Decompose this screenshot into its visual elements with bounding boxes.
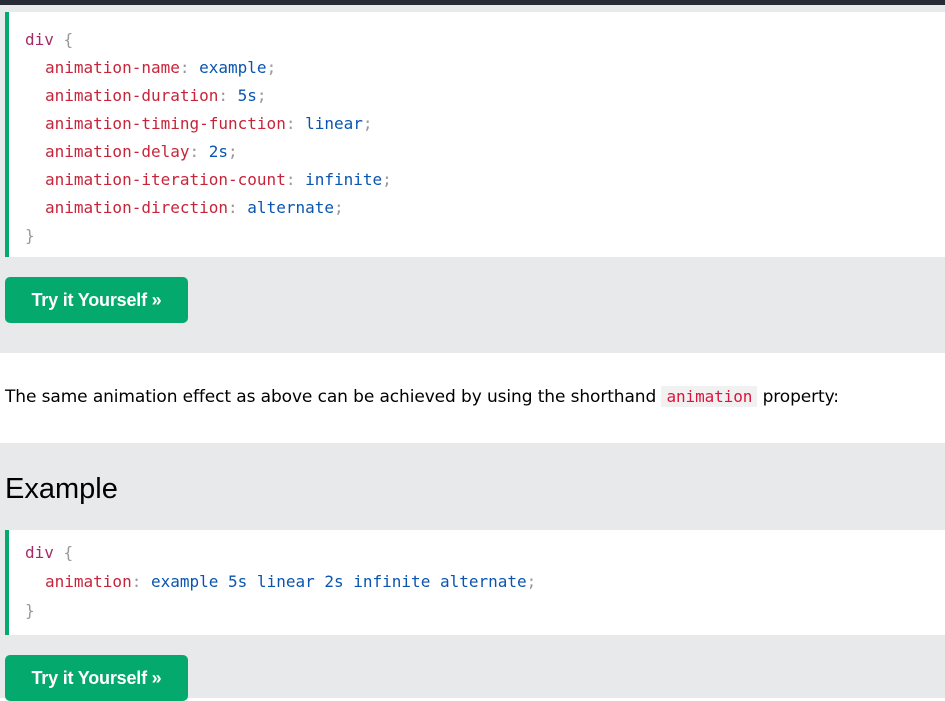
description-paragraph: The same animation effect as above can b… (5, 383, 839, 411)
example-container-2: Example div { animation: example 5s line… (0, 443, 945, 701)
code-line: animation-delay: 2s; (45, 142, 238, 161)
code-brace: { (63, 543, 74, 562)
code-line: animation-name: example; (45, 58, 277, 77)
code-value: 2s (208, 142, 229, 161)
code-brace: { (63, 30, 74, 49)
code-value: 5s (237, 86, 257, 105)
code-value: example 5s linear 2s infinite alternate (150, 572, 527, 591)
code-property: animation (45, 572, 132, 591)
try-it-yourself-button[interactable]: Try it Yourself » (5, 655, 188, 701)
code-value: infinite (305, 170, 383, 189)
code-selector: div (25, 543, 54, 562)
code-block-2: div { animation: example 5s linear 2s in… (5, 530, 945, 635)
code-line: animation-iteration-count: infinite; (45, 170, 392, 189)
paragraph-text: The same animation effect as above can b… (5, 387, 662, 407)
code-property: animation-delay (45, 142, 190, 161)
example-heading: Example (5, 473, 118, 505)
paragraph-text: property: (757, 387, 839, 407)
inline-code-animation: animation (661, 386, 758, 407)
code-line: div { (25, 30, 73, 50)
code-brace: } (25, 601, 35, 620)
code-line: animation-timing-function: linear; (45, 114, 373, 133)
code-line: animation: example 5s linear 2s infinite… (45, 572, 537, 591)
code-property: animation-direction (45, 198, 229, 217)
code-selector: div (25, 30, 54, 49)
code-value: linear (305, 114, 363, 133)
code-line: animation-duration: 5s; (45, 86, 267, 105)
code-block-1: div { animation-name: example; animation… (5, 12, 945, 257)
code-property: animation-name (45, 58, 180, 77)
code-line: animation-direction: alternate; (45, 198, 344, 217)
code-line: div { (25, 543, 73, 563)
try-it-yourself-button[interactable]: Try it Yourself » (5, 277, 188, 323)
code-line: } (25, 601, 35, 621)
code-value: alternate (247, 198, 334, 217)
code-property: animation-timing-function (45, 114, 286, 133)
code-property: animation-iteration-count (45, 170, 286, 189)
code-brace: } (25, 226, 35, 245)
code-line: } (25, 226, 35, 246)
example-container-1: div { animation-name: example; animation… (0, 5, 945, 353)
code-property: animation-duration (45, 86, 219, 105)
code-value: example (199, 58, 267, 77)
